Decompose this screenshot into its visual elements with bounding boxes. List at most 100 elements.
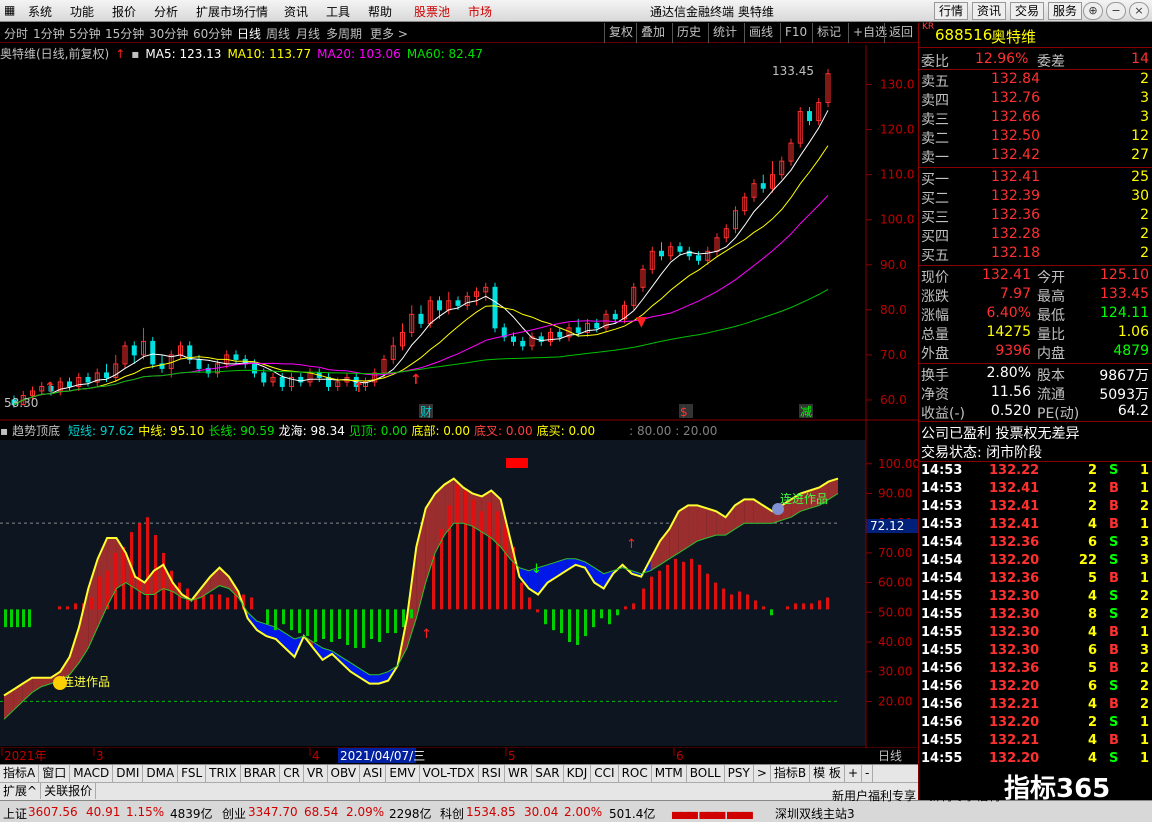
tick-count: 1 xyxy=(1139,733,1149,748)
tick-direction: S xyxy=(1109,715,1119,730)
bid-label: 买二 xyxy=(921,191,949,207)
histogram-bar xyxy=(456,484,459,610)
ma5-label: MA5: 123.13 xyxy=(145,47,222,61)
indicator-tab[interactable]: ASI xyxy=(360,765,387,782)
tick-price: 132.20 xyxy=(989,751,1040,766)
tick-direction: B xyxy=(1109,643,1119,658)
tick-volume: 4 xyxy=(1087,589,1097,604)
histogram-bar xyxy=(552,609,555,631)
trend-band xyxy=(744,499,754,524)
ask-label: 卖五 xyxy=(921,74,949,90)
bid-price: 132.39 xyxy=(991,188,1040,204)
kc-index: 1534.85 xyxy=(466,805,516,819)
extension-tabs: 扩展^ 关联报价 xyxy=(0,782,918,800)
cy-index: 3347.70 xyxy=(248,805,298,819)
indicator-tab[interactable]: BRAR xyxy=(241,765,281,782)
indicator-tab[interactable]: DMA xyxy=(143,765,179,782)
tick-time: 14:53 xyxy=(921,481,963,496)
indicator-tab[interactable]: 指标A xyxy=(0,765,40,782)
ask-volume: 3 xyxy=(1140,109,1149,125)
indicator-tab[interactable]: MTM xyxy=(652,765,687,782)
bid-row: 买五 132.18 2 xyxy=(919,245,1152,264)
tick-volume: 4 xyxy=(1087,751,1097,766)
indicator-tab[interactable]: FSL xyxy=(178,765,207,782)
tick-row: 14:54 132.20 22 S 3 xyxy=(919,553,1152,571)
histogram-bar xyxy=(66,606,69,610)
tab-news[interactable]: 资讯 xyxy=(972,2,1007,20)
indicator-tab[interactable]: CR xyxy=(280,765,304,782)
indicator-tab[interactable]: ROC xyxy=(619,765,652,782)
indicator-tab[interactable]: BOLL xyxy=(687,765,725,782)
chart-canvas[interactable]: 130.0 120.0 110.0 100.0 90.0 80.0 70.0 60.0 100… xyxy=(0,0,918,764)
tick-time: 14:55 xyxy=(921,625,963,640)
tick-row: 14:53 132.22 2 S 1 xyxy=(919,463,1152,481)
new-user-notice[interactable]: 新用户福利专享 xyxy=(832,787,916,804)
indicator-tab[interactable]: OBV xyxy=(328,765,361,782)
indicator-tab[interactable]: RSI xyxy=(479,765,506,782)
indicator-tab[interactable]: CCI xyxy=(591,765,619,782)
tick-count: 1 xyxy=(1139,571,1149,586)
histogram-bar xyxy=(58,606,61,610)
stat2-label: 换手 xyxy=(921,368,949,384)
welfare-notice[interactable]: 新利专享福利 xyxy=(928,787,1000,804)
related-quote-tab[interactable]: 关联报价 xyxy=(41,783,97,799)
indicator-tab[interactable]: KDJ xyxy=(564,765,592,782)
indicator-tab[interactable]: 窗口 xyxy=(39,765,71,782)
bid-label: 买四 xyxy=(921,229,949,245)
candle-body xyxy=(594,322,600,329)
indicator-settings-icon[interactable]: ▪ xyxy=(0,424,8,438)
ask-price: 132.42 xyxy=(991,147,1040,163)
tab-service[interactable]: 服务 xyxy=(1048,2,1083,20)
ma-settings-icon[interactable]: ▪ xyxy=(131,47,139,61)
indicator-tab[interactable]: > xyxy=(754,765,771,782)
stat-label: 涨幅 xyxy=(921,308,949,324)
close-icon[interactable]: × xyxy=(1129,2,1149,20)
tick-direction: S xyxy=(1109,589,1119,604)
histogram-bar xyxy=(536,609,539,613)
ind-value-tag: 72.12 xyxy=(870,519,904,533)
tab-quote[interactable]: 行情 xyxy=(934,2,969,20)
tab-trade[interactable]: 交易 xyxy=(1010,2,1045,20)
indicator-tab[interactable]: WR xyxy=(505,765,533,782)
buy-label: 底买: 0.00 xyxy=(536,424,596,438)
cy-label[interactable]: 创业 xyxy=(222,805,246,822)
indicator-name[interactable]: 趋势顶底 xyxy=(12,424,60,438)
kc-label[interactable]: 科创 xyxy=(440,805,464,822)
stat-value: 132.41 xyxy=(982,267,1031,283)
pin-icon[interactable]: ⊕ xyxy=(1083,2,1103,20)
indicator-tab[interactable]: 指标B xyxy=(771,765,811,782)
indicator-tab[interactable]: EMV xyxy=(386,765,420,782)
tick-count: 3 xyxy=(1139,535,1149,550)
price-tick-label: 130.0 xyxy=(880,78,914,92)
indicator-tab[interactable]: SAR xyxy=(532,765,564,782)
tick-row: 14:56 132.20 2 S 1 xyxy=(919,715,1152,733)
sh-label[interactable]: 上证 xyxy=(3,805,27,822)
indicator-tab[interactable]: VR xyxy=(304,765,328,782)
price-tick-label: 60.0 xyxy=(880,393,907,407)
candle-body xyxy=(511,336,516,342)
tick-row: 14:55 132.30 6 B 3 xyxy=(919,643,1152,661)
tick-volume: 6 xyxy=(1087,535,1097,550)
tick-count: 1 xyxy=(1139,517,1149,532)
indicator-tab[interactable]: PSY xyxy=(725,765,754,782)
kc-pct: 2.00% xyxy=(564,805,603,819)
histogram-bar xyxy=(154,535,157,610)
histogram-bar xyxy=(282,609,285,625)
indicator-tab[interactable]: MACD xyxy=(70,765,114,782)
bid-volume: 2 xyxy=(1140,226,1149,242)
indicator-tab[interactable]: 模 板 xyxy=(810,765,845,782)
ind-tick-label: 70.00 xyxy=(878,546,912,560)
separator xyxy=(919,47,1152,48)
indicator-tab[interactable]: TRIX xyxy=(206,765,241,782)
ext-toggle[interactable]: 扩展^ xyxy=(0,783,42,799)
histogram-bar xyxy=(410,609,413,619)
candle-body xyxy=(104,372,109,378)
candle-body xyxy=(520,340,526,347)
indicator-tab[interactable]: DMI xyxy=(113,765,144,782)
server-name[interactable]: 深圳双线主站3 xyxy=(775,805,855,822)
indicator-tab[interactable]: VOL-TDX xyxy=(420,765,479,782)
indicator-tab[interactable]: - xyxy=(862,765,874,782)
indicator-tab[interactable]: + xyxy=(845,765,862,782)
minimize-icon[interactable]: − xyxy=(1106,2,1126,20)
histogram-bar xyxy=(322,609,325,640)
